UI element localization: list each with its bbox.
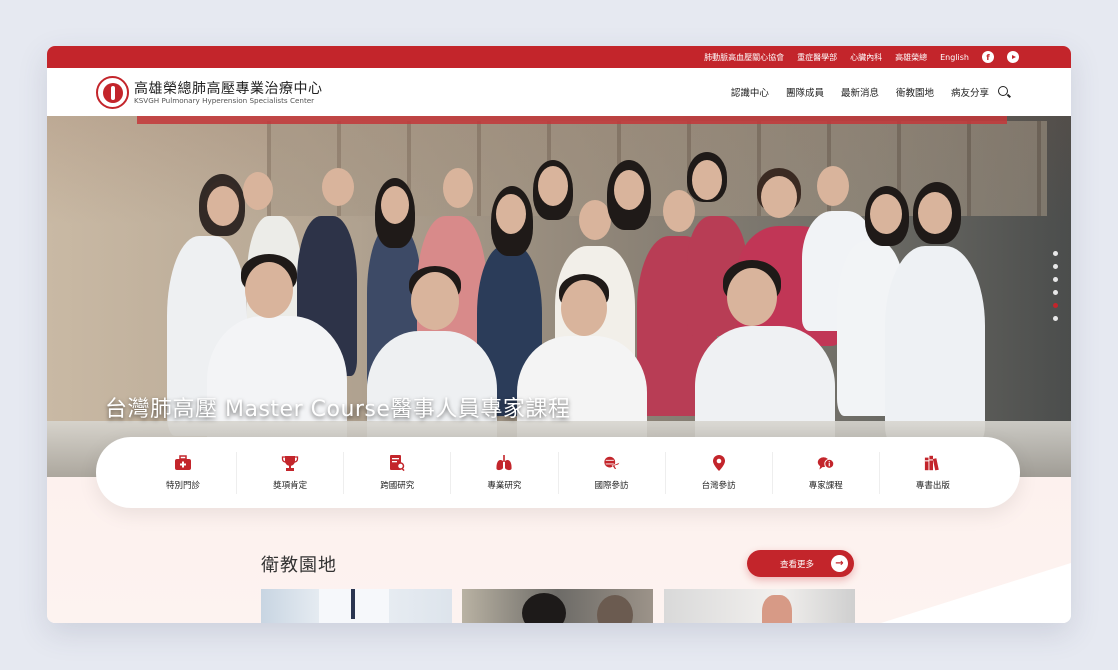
arrow-right-icon: → xyxy=(831,555,848,572)
quick-link-label: 專書出版 xyxy=(915,481,950,491)
document-search-icon xyxy=(388,454,406,472)
nav-news[interactable]: 最新消息 xyxy=(841,85,879,99)
card-thumbnail-person xyxy=(597,595,633,623)
chat-info-icon xyxy=(817,454,835,472)
slider-dot[interactable] xyxy=(1053,290,1058,295)
main-nav: 認識中心 團隊成員 最新消息 衛教園地 病友分享 xyxy=(731,85,989,99)
link-ksvgh[interactable]: 高雄榮總 xyxy=(895,52,927,63)
hero-caption: 台灣肺高壓 Master Course醫事人員專家課程 xyxy=(105,397,571,422)
quick-link-label: 特別門診 xyxy=(166,481,201,491)
card-thumbnail-hand xyxy=(762,595,792,623)
card-thumbnail-person xyxy=(522,593,566,623)
slider-dot[interactable] xyxy=(1053,251,1058,256)
map-pin-icon xyxy=(710,454,728,472)
browser-window: 肺動脈高血壓關心協會 重症醫學部 心臟內科 高雄榮總 English f 高雄榮… xyxy=(47,46,1071,623)
slider-dot[interactable] xyxy=(1053,264,1058,269)
medical-kit-icon xyxy=(174,454,192,472)
quick-link-expert-course[interactable]: 專家課程 xyxy=(773,451,880,494)
books-icon xyxy=(924,454,942,472)
slider-dots xyxy=(1053,251,1058,321)
quick-link-publications[interactable]: 專書出版 xyxy=(880,452,986,494)
site-title[interactable]: 高雄榮總肺高壓專業治療中心 xyxy=(134,78,323,98)
education-card[interactable] xyxy=(261,589,452,623)
nav-team[interactable]: 團隊成員 xyxy=(786,85,824,99)
lungs-icon xyxy=(495,454,513,472)
quick-link-international-research[interactable]: 跨國研究 xyxy=(344,451,452,494)
link-pah-association[interactable]: 肺動脈高血壓關心協會 xyxy=(704,52,784,63)
quick-link-label: 跨國研究 xyxy=(380,481,415,491)
quick-link-special-clinic[interactable]: 特別門診 xyxy=(130,451,238,494)
quick-link-taiwan-visit[interactable]: 台灣參訪 xyxy=(666,451,773,494)
quick-link-professional-research[interactable]: 專業研究 xyxy=(451,451,559,494)
site-subtitle: KSVGH Pulmonary Hyperension Specialists … xyxy=(134,96,315,105)
facebook-icon[interactable]: f xyxy=(982,51,994,63)
nav-patient-stories[interactable]: 病友分享 xyxy=(951,85,989,99)
quick-link-awards[interactable]: 獎項肯定 xyxy=(237,451,345,494)
nav-education[interactable]: 衛教園地 xyxy=(896,85,934,99)
youtube-icon[interactable] xyxy=(1007,51,1019,63)
hero-background-banner xyxy=(137,116,1007,124)
link-english[interactable]: English xyxy=(940,53,969,62)
education-card[interactable] xyxy=(664,589,855,623)
site-header: 高雄榮總肺高壓專業治療中心 KSVGH Pulmonary Hyperensio… xyxy=(47,68,1071,116)
slider-dot[interactable] xyxy=(1053,277,1058,282)
airplane-globe-icon xyxy=(603,454,621,472)
top-utility-bar: 肺動脈高血壓關心協會 重症醫學部 心臟內科 高雄榮總 English f xyxy=(47,46,1071,68)
link-critical-care[interactable]: 重症醫學部 xyxy=(797,52,837,63)
education-card[interactable] xyxy=(462,589,653,623)
trophy-icon xyxy=(281,454,299,472)
link-cardiology[interactable]: 心臟內科 xyxy=(850,52,882,63)
slider-dot-active[interactable] xyxy=(1053,303,1058,308)
nav-about[interactable]: 認識中心 xyxy=(731,85,769,99)
logo-icon[interactable] xyxy=(96,76,129,109)
quick-link-international-visit[interactable]: 國際參訪 xyxy=(559,451,666,494)
card-thumbnail-tie xyxy=(351,589,355,619)
view-more-label: 查看更多 xyxy=(780,559,815,570)
search-icon[interactable] xyxy=(998,86,1008,96)
quick-link-label: 專家課程 xyxy=(808,481,843,491)
quick-link-label: 專業研究 xyxy=(487,481,522,491)
quick-link-label: 台灣參訪 xyxy=(701,481,736,491)
section-title: 衛教園地 xyxy=(261,555,337,576)
quick-links-bar: 特別門診 獎項肯定 跨國研究 專業研究 國際參訪 台灣參訪 專家課程 專書出版 xyxy=(96,437,1020,508)
quick-link-label: 國際參訪 xyxy=(594,481,629,491)
view-more-button[interactable]: 查看更多 → xyxy=(747,550,854,577)
slider-dot[interactable] xyxy=(1053,316,1058,321)
hero-slider: 台灣肺高壓 Master Course醫事人員專家課程 xyxy=(47,116,1071,477)
quick-link-label: 獎項肯定 xyxy=(273,481,308,491)
